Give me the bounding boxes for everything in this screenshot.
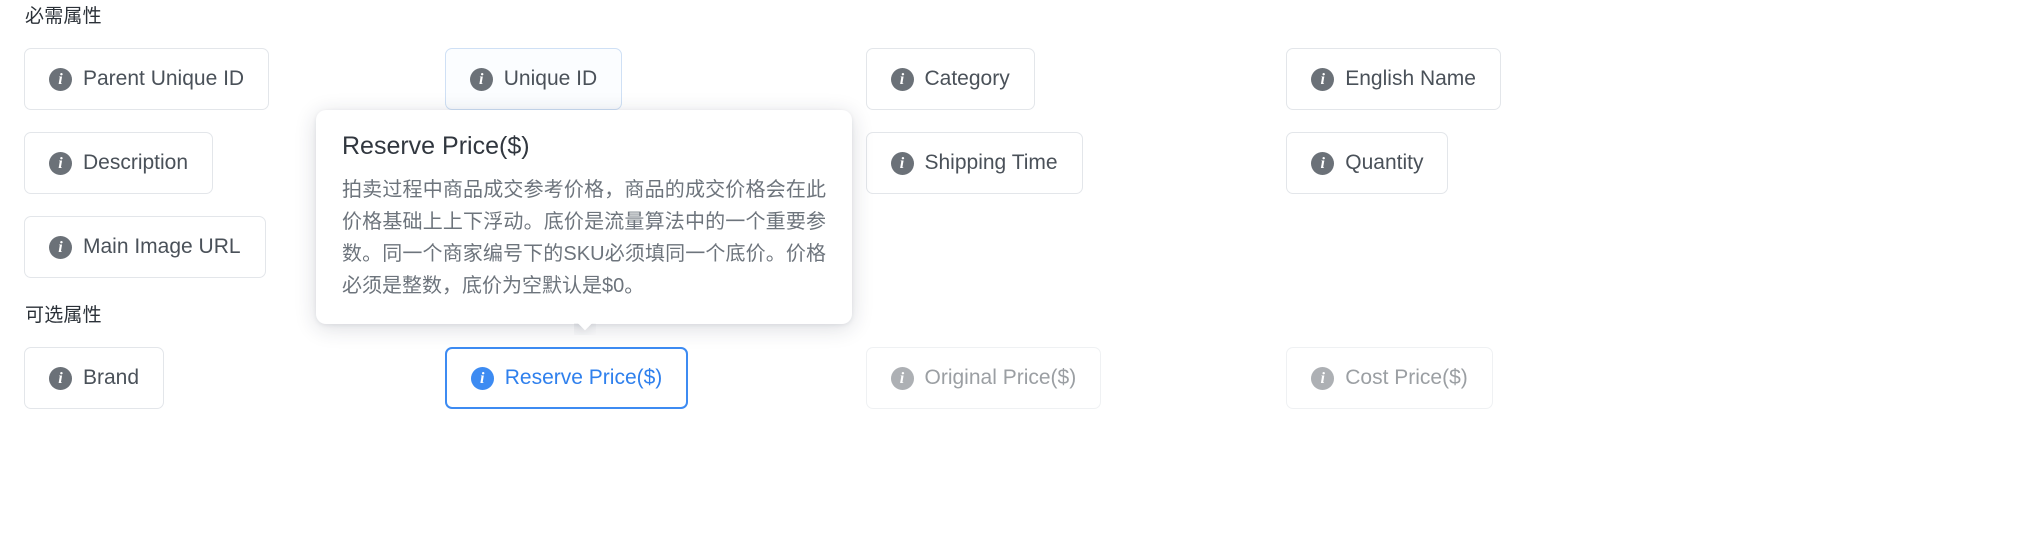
- info-icon: i: [1311, 151, 1335, 175]
- attribute-chip-label: Main Image URL: [83, 235, 241, 258]
- attribute-chip-label: English Name: [1345, 67, 1476, 90]
- attribute-chip-label: Original Price($): [924, 366, 1077, 389]
- attribute-chip-label: Shipping Time: [924, 151, 1058, 174]
- info-icon: i: [49, 67, 72, 91]
- attribute-chip-reserve-price[interactable]: i Reserve Price($): [444, 347, 689, 409]
- info-icon: i: [890, 67, 914, 91]
- tooltip-arrow-icon: [574, 323, 596, 335]
- optional-attributes-heading: 可选属性: [25, 305, 102, 326]
- attribute-chip-cost-price[interactable]: i Cost Price($): [1286, 347, 1493, 409]
- attribute-chip-main-image-url[interactable]: i Main Image URL: [24, 216, 266, 278]
- attribute-chip-label: Category: [924, 67, 1010, 90]
- attribute-chip-label: Parent Unique ID: [83, 67, 245, 90]
- optional-attributes-grid: i Brand i Reserve Price($) i Original Pr…: [24, 347, 1544, 409]
- info-icon: i: [49, 235, 72, 259]
- attribute-chip-original-price[interactable]: i Original Price($): [865, 347, 1102, 409]
- reserve-price-tooltip: Reserve Price($) 拍卖过程中商品成交参考价格，商品的成交价格会在…: [316, 110, 852, 324]
- attribute-chip-label: Brand: [83, 366, 140, 389]
- info-icon: i: [49, 366, 72, 390]
- required-attributes-heading: 必需属性: [25, 6, 102, 27]
- info-icon: i: [470, 366, 494, 390]
- info-icon: i: [1311, 366, 1335, 390]
- attribute-chip-label: Cost Price($): [1345, 366, 1468, 389]
- attribute-chip-category[interactable]: i Category: [865, 48, 1035, 110]
- attribute-chip-label: Quantity: [1345, 151, 1424, 174]
- info-icon: i: [890, 366, 914, 390]
- attribute-chip-label: Unique ID: [503, 67, 598, 90]
- info-icon: i: [49, 151, 72, 175]
- tooltip-body: 拍卖过程中商品成交参考价格，商品的成交价格会在此价格基础上上下浮动。底价是流量算…: [342, 179, 826, 297]
- attribute-chip-quantity[interactable]: i Quantity: [1286, 132, 1449, 194]
- attribute-chip-english-name[interactable]: i English Name: [1286, 48, 1501, 110]
- attribute-selector-panel: 必需属性 i Parent Unique ID i Unique ID i Ca…: [0, 0, 2044, 546]
- tooltip-title: Reserve Price($): [342, 132, 530, 160]
- attribute-chip-label: Reserve Price($): [504, 366, 663, 389]
- attribute-chip-unique-id[interactable]: i Unique ID: [444, 48, 623, 110]
- attribute-chip-shipping-time[interactable]: i Shipping Time: [865, 132, 1083, 194]
- attribute-chip-description[interactable]: i Description: [24, 132, 214, 194]
- attribute-chip-parent-unique-id[interactable]: i Parent Unique ID: [24, 48, 270, 110]
- attribute-chip-label: Description: [83, 151, 189, 174]
- attribute-chip-brand[interactable]: i Brand: [24, 347, 165, 409]
- info-icon: i: [469, 67, 493, 91]
- info-icon: i: [890, 151, 914, 175]
- info-icon: i: [1311, 67, 1335, 91]
